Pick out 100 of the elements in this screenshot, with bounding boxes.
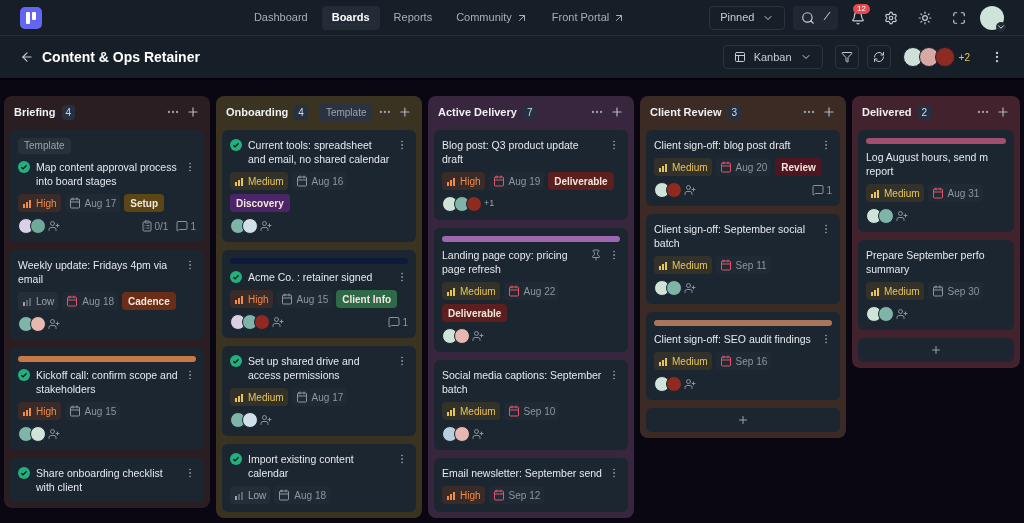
due-date: Aug 20 (735, 160, 768, 175)
task-card[interactable]: Current tools: spreadsheet and email, no shared calendar Medium Aug 16 Discovery (222, 130, 416, 242)
nav-tab[interactable]: Reports (383, 5, 443, 30)
filter-button[interactable] (834, 45, 859, 69)
due-date: Sep 12 (508, 488, 541, 503)
add-icon[interactable] (398, 105, 412, 119)
task-card[interactable]: Set up shared drive and access permissions Medium Aug 17 (222, 346, 416, 436)
view-dropdown[interactable]: Kanban (722, 45, 823, 69)
priority-bars-icon (446, 490, 456, 500)
task-card[interactable]: Prepare September perfo summary Medium Sep 30 (858, 240, 1014, 330)
task-card[interactable]: Share onboarding checklist with client (10, 458, 204, 502)
task-card[interactable]: Import existing content calendar Low Aug 18 (222, 444, 416, 512)
add-assignee-icon[interactable] (260, 220, 272, 232)
priority-label: High (248, 292, 269, 307)
task-card[interactable]: Client sign-off: SEO audit findings Medium Sep 16 (646, 312, 840, 400)
nav-tab[interactable]: Front Portal (541, 5, 636, 30)
sun-icon[interactable] (918, 10, 932, 25)
task-card[interactable]: Blog post: Q3 product update draft High Aug 19 Deliverable +1 (434, 130, 628, 220)
pinned-dropdown[interactable]: Pinned (709, 5, 786, 30)
refresh-button[interactable] (866, 45, 891, 69)
tag: Review (775, 158, 822, 176)
add-assignee-icon[interactable] (272, 316, 284, 328)
priority-bars-icon (658, 356, 668, 366)
add-icon[interactable] (610, 105, 624, 119)
app-logo-icon[interactable] (20, 6, 42, 29)
due-date: Aug 18 (82, 294, 115, 309)
add-assignee-icon[interactable] (684, 184, 696, 196)
priority-bars-icon (22, 406, 32, 416)
card-title: Email newsletter: September send (442, 466, 602, 480)
add-assignee-icon[interactable] (684, 282, 696, 294)
task-card[interactable]: Client sign-off: blog post draft Medium Aug 20 Review 1 (646, 130, 840, 206)
priority-bars-icon (870, 188, 880, 198)
priority-bars-icon (658, 162, 668, 172)
done-check-icon (230, 139, 242, 151)
settings-icon[interactable] (884, 10, 898, 25)
task-card[interactable]: Social media captions: September batch Medium Sep 10 (434, 360, 628, 450)
card-title: Log August hours, send m report (866, 150, 989, 178)
pin-icon[interactable] (590, 249, 602, 261)
due-date: Aug 16 (311, 174, 344, 189)
task-card[interactable]: Email newsletter: September send High Sep 12 (434, 458, 628, 512)
user-avatar[interactable] (980, 5, 1004, 30)
task-card[interactable]: Kickoff call: confirm scope and stakeholders High Aug 15 (10, 348, 204, 450)
filter-icon (840, 51, 853, 63)
add-assignee-icon[interactable] (472, 428, 484, 440)
due-date: Aug 15 (296, 292, 329, 307)
checklist-count: 0/1 (154, 219, 169, 234)
tag: Deliverable (442, 304, 508, 322)
nav-tab[interactable]: Dashboard (243, 5, 318, 30)
card-title: Client sign-off: blog post draft (654, 138, 792, 152)
due-date: Sep 30 (947, 284, 980, 299)
add-assignee-icon[interactable] (472, 330, 484, 342)
fullscreen-icon[interactable] (952, 10, 966, 25)
add-assignee-icon[interactable] (896, 308, 908, 320)
priority-label: Low (36, 294, 55, 309)
card-title: Current tools: spreadsheet and email, no shared calendar (248, 138, 390, 166)
comment-icon (176, 220, 189, 232)
shortcut-key: / (823, 9, 830, 26)
add-icon[interactable] (996, 105, 1010, 119)
task-card[interactable]: Landing page copy: pricing page refresh Medium Aug 22 Deliverable (434, 228, 628, 352)
tag: Setup (124, 194, 165, 212)
priority-label: Medium (884, 186, 920, 201)
tag: Cadence (122, 292, 176, 310)
task-card[interactable]: Acme Co. : retainer signed High Aug 15 Client Info 1 (222, 250, 416, 338)
column-title: Briefing (14, 104, 56, 120)
back-icon[interactable] (20, 50, 34, 64)
priority-bars-icon (22, 296, 32, 306)
chevron-down-icon (996, 21, 1006, 32)
tag: Deliverable (548, 172, 614, 190)
priority-label: High (460, 174, 481, 189)
comment-count: 1 (402, 315, 408, 330)
add-icon[interactable] (186, 105, 200, 119)
add-assignee-icon[interactable] (260, 414, 272, 426)
template-badge: Template (18, 138, 71, 154)
done-check-icon (230, 355, 242, 367)
comment-icon (388, 316, 401, 328)
due-date: Aug 17 (84, 196, 117, 211)
card-title: Prepare September perfo summary (866, 248, 986, 276)
done-check-icon (18, 161, 30, 173)
nav-tab[interactable]: Boards (321, 5, 380, 30)
card-title: Social media captions: September batch (442, 368, 602, 396)
add-assignee-icon[interactable] (896, 210, 908, 222)
task-card[interactable]: Client sign-off: September social batch Medium Sep 11 (646, 214, 840, 304)
due-date: Aug 15 (84, 404, 117, 419)
task-card[interactable]: Log August hours, send m report Medium Aug 31 (858, 130, 1014, 232)
add-assignee-icon[interactable] (684, 378, 696, 390)
add-assignee-icon[interactable] (48, 428, 60, 440)
column-title: Delivered (862, 104, 912, 120)
task-card[interactable]: Template Map content approval process into board stages High Aug 17 Setup 0/1 1 (10, 130, 204, 242)
search-button[interactable]: / (793, 5, 838, 30)
refresh-icon (872, 51, 885, 63)
add-assignee-icon[interactable] (48, 220, 60, 232)
card-title: Set up shared drive and access permissions (248, 354, 361, 382)
priority-label: Medium (248, 174, 284, 189)
task-card[interactable]: Weekly update: Fridays 4pm via email Low Aug 18 Cadence (10, 250, 204, 340)
due-date: Aug 19 (508, 174, 541, 189)
priority-label: Medium (672, 354, 708, 369)
add-icon[interactable] (822, 105, 836, 119)
column-title: Onboarding (226, 104, 289, 120)
nav-tab[interactable]: Community (446, 5, 538, 30)
add-assignee-icon[interactable] (48, 318, 60, 330)
